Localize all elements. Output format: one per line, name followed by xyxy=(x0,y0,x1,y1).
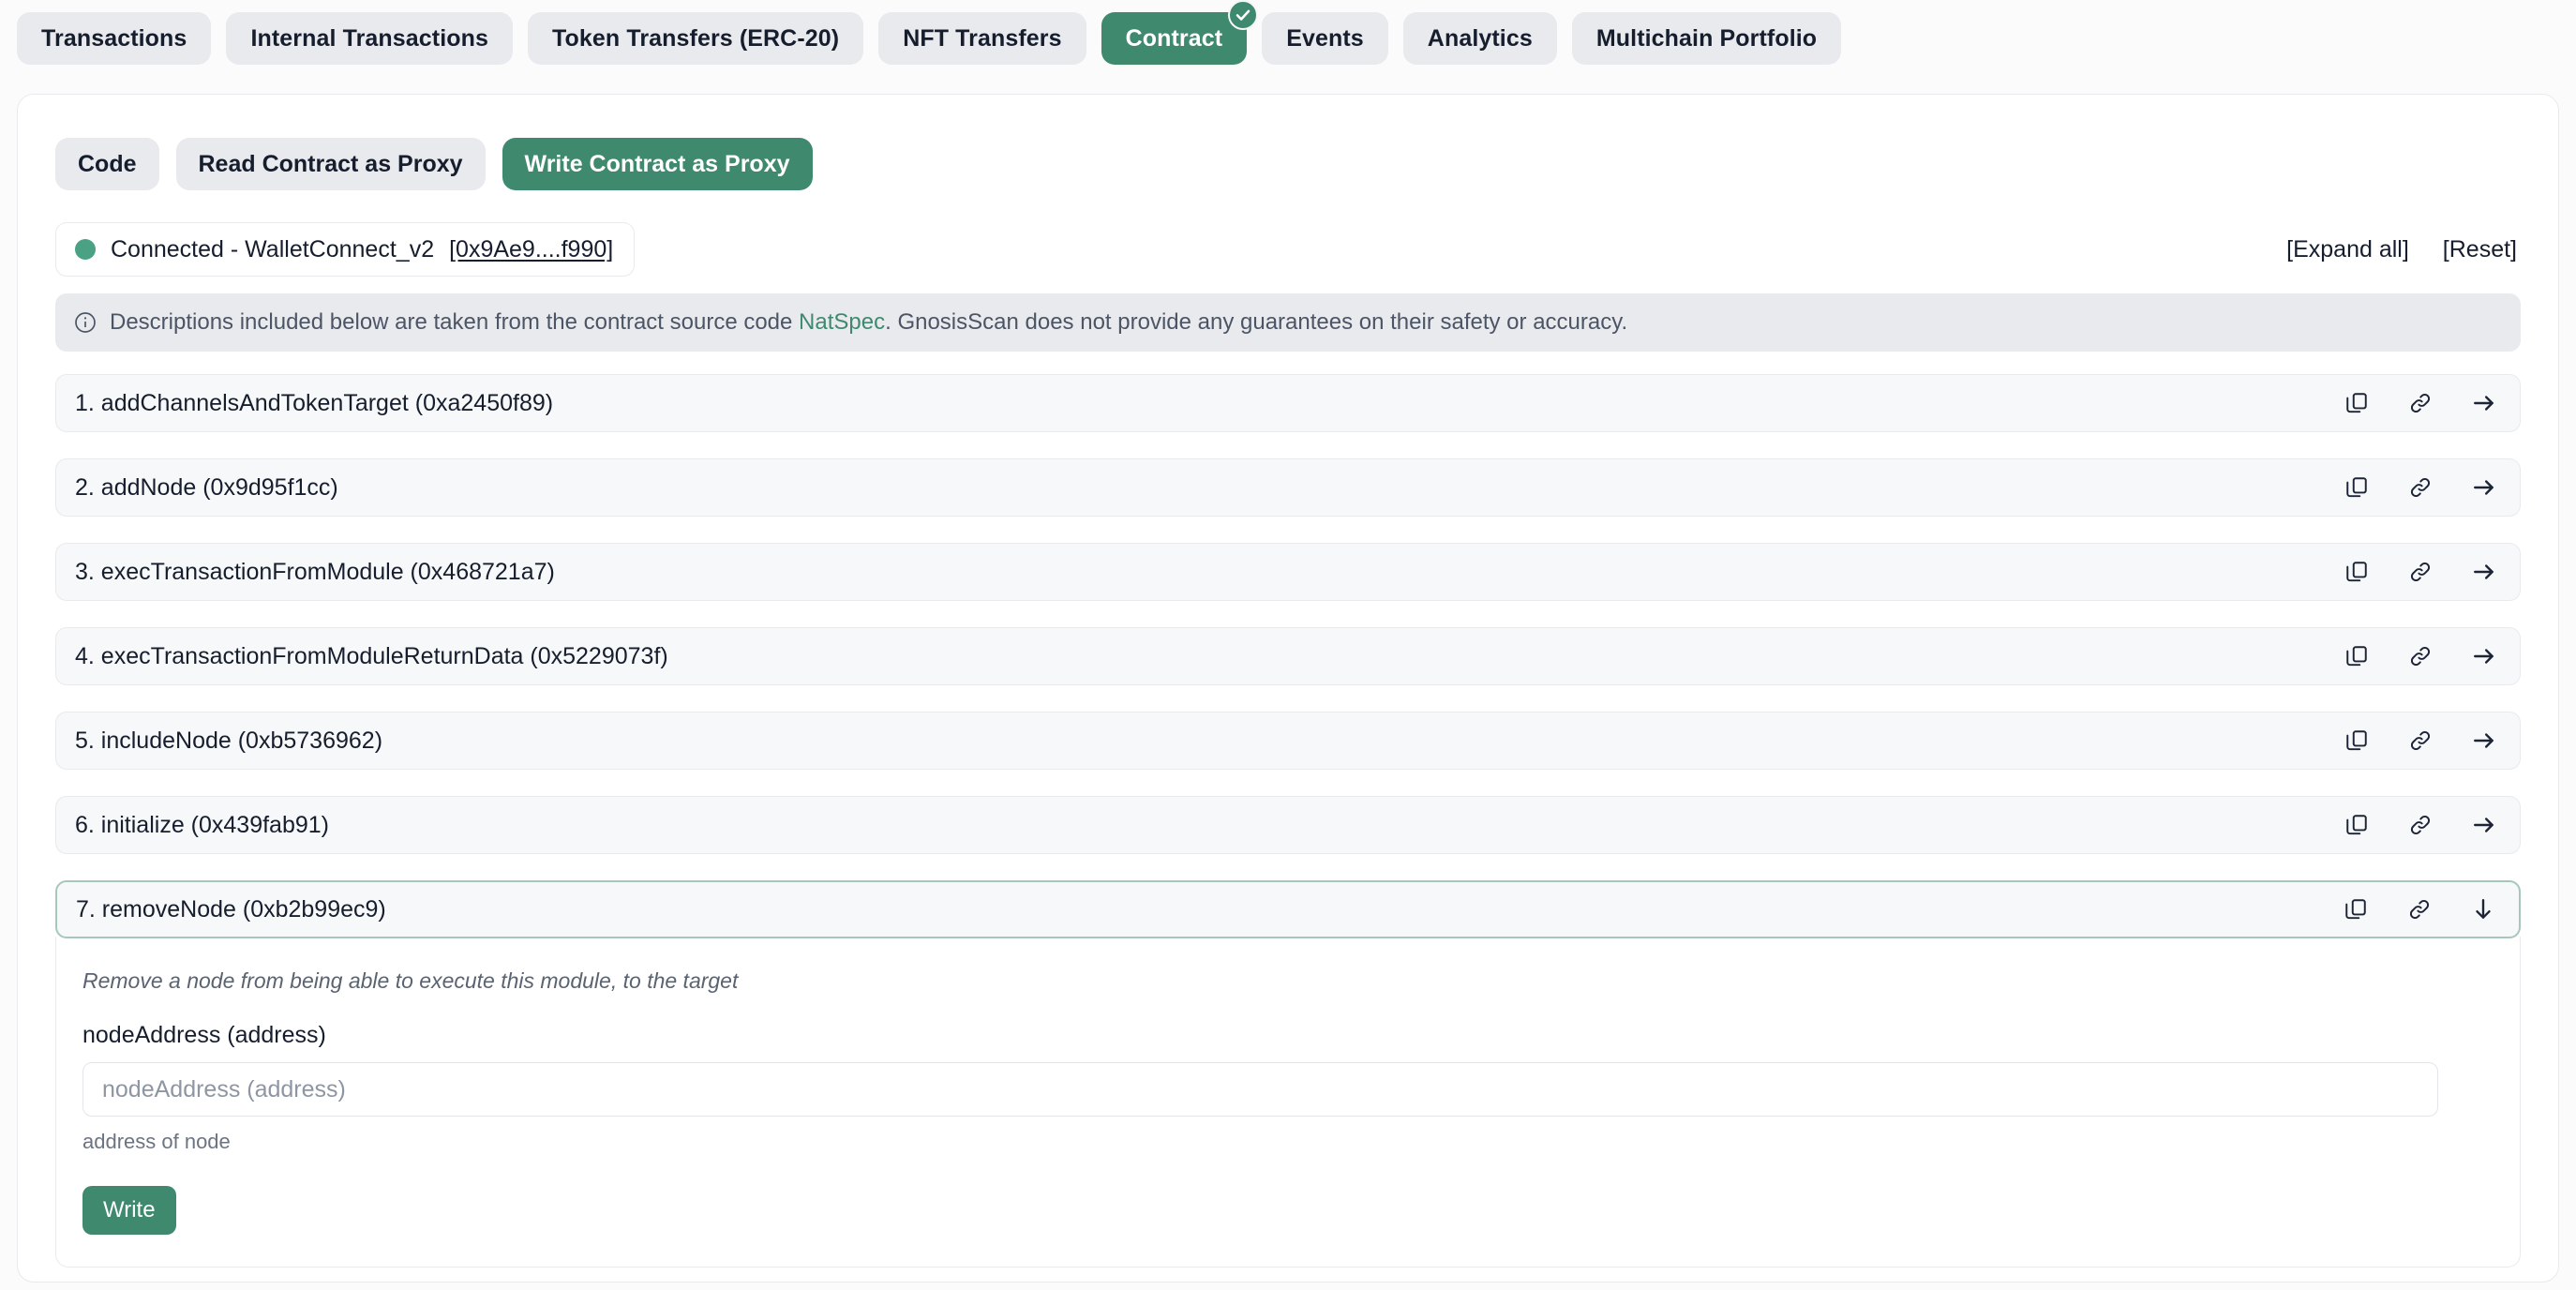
function-name: 6. initialize (0x439fab91) xyxy=(75,811,329,838)
copy-icon[interactable] xyxy=(2344,474,2370,501)
info-icon xyxy=(74,311,97,334)
tab-nft-transfers[interactable]: NFT Transfers xyxy=(878,12,1086,65)
tab-internal-transactions[interactable]: Internal Transactions xyxy=(226,12,514,65)
write-button[interactable]: Write xyxy=(82,1186,176,1235)
wallet-status-text: Connected - WalletConnect_v2 xyxy=(111,235,435,262)
function-row-expanded[interactable]: 7. removeNode (0xb2b99ec9) xyxy=(55,880,2521,938)
subtab-label: Write Contract as Proxy xyxy=(524,150,790,177)
function-row[interactable]: 3. execTransactionFromModule (0x468721a7… xyxy=(55,543,2521,601)
natspec-link[interactable]: NatSpec xyxy=(799,309,885,335)
arrow-right-icon[interactable] xyxy=(2471,643,2497,669)
tab-label: Multichain Portfolio xyxy=(1595,24,1818,52)
function-description: Remove a node from being able to execute… xyxy=(82,968,739,993)
link-icon[interactable] xyxy=(2407,643,2434,669)
notice-text-after: . GnosisScan does not provide any guaran… xyxy=(885,309,1628,335)
copy-icon[interactable] xyxy=(2344,390,2370,416)
arrow-right-icon[interactable] xyxy=(2471,474,2497,501)
tab-label: Events xyxy=(1286,24,1364,52)
function-name: 5. includeNode (0xb5736962) xyxy=(75,727,383,754)
function-name: 4. execTransactionFromModuleReturnData (… xyxy=(75,642,668,669)
function-name: 1. addChannelsAndTokenTarget (0xa2450f89… xyxy=(75,389,554,416)
function-row-icons xyxy=(2344,728,2497,754)
function-row-icons xyxy=(2344,812,2497,838)
link-icon[interactable] xyxy=(2406,896,2433,922)
arrow-right-icon[interactable] xyxy=(2471,390,2497,416)
subtab-label: Read Contract as Proxy xyxy=(198,150,463,177)
notice-text: Descriptions included below are taken fr… xyxy=(110,309,1627,336)
function-row-icons xyxy=(2344,559,2497,585)
expand-all-link[interactable]: [Expand all] xyxy=(2286,236,2409,263)
write-contract-page: Transactions Internal Transactions Token… xyxy=(0,0,2576,1290)
subtab-read-contract-as-proxy[interactable]: Read Contract as Proxy xyxy=(175,138,486,190)
contract-subtabs: Code Read Contract as Proxy Write Contra… xyxy=(55,138,813,190)
function-row[interactable]: 4. execTransactionFromModuleReturnData (… xyxy=(55,627,2521,685)
function-row-icons xyxy=(2344,390,2497,416)
check-icon xyxy=(1228,0,1259,30)
link-icon[interactable] xyxy=(2407,474,2434,501)
copy-icon[interactable] xyxy=(2343,896,2369,922)
connected-status-dot xyxy=(75,239,96,260)
link-icon[interactable] xyxy=(2407,812,2434,838)
function-name: 3. execTransactionFromModule (0x468721a7… xyxy=(75,558,555,585)
link-icon[interactable] xyxy=(2407,559,2434,585)
tab-transactions[interactable]: Transactions xyxy=(17,12,212,65)
function-row-icons xyxy=(2343,896,2496,922)
tab-events[interactable]: Events xyxy=(1262,12,1388,65)
function-name: 2. addNode (0x9d95f1cc) xyxy=(75,473,338,501)
function-row-icons xyxy=(2344,643,2497,669)
tab-label: NFT Transfers xyxy=(903,24,1062,52)
copy-icon[interactable] xyxy=(2344,812,2370,838)
arrow-right-icon[interactable] xyxy=(2471,728,2497,754)
function-row[interactable]: 6. initialize (0x439fab91) xyxy=(55,796,2521,854)
subtab-code[interactable]: Code xyxy=(55,138,159,190)
arrow-right-icon[interactable] xyxy=(2471,812,2497,838)
tab-multichain-portfolio[interactable]: Multichain Portfolio xyxy=(1571,12,1842,65)
tab-label: Contract xyxy=(1125,24,1223,52)
function-row-icons xyxy=(2344,474,2497,501)
function-row[interactable]: 2. addNode (0x9d95f1cc) xyxy=(55,458,2521,517)
copy-icon[interactable] xyxy=(2344,559,2370,585)
link-icon[interactable] xyxy=(2407,728,2434,754)
function-form-panel: Remove a node from being able to execute… xyxy=(55,937,2521,1268)
node-address-label: nodeAddress (address) xyxy=(82,1022,326,1048)
link-icon[interactable] xyxy=(2407,390,2434,416)
write-function-list: 1. addChannelsAndTokenTarget (0xa2450f89… xyxy=(55,374,2521,1268)
arrow-down-icon[interactable] xyxy=(2470,896,2496,922)
wallet-row: Connected - WalletConnect_v2 [0x9Ae9....… xyxy=(55,220,2521,278)
notice-text-before: Descriptions included below are taken fr… xyxy=(110,309,800,335)
tab-contract[interactable]: Contract xyxy=(1101,0,1259,65)
function-name: 7. removeNode (0xb2b99ec9) xyxy=(76,895,386,922)
tab-label: Internal Transactions xyxy=(250,24,489,52)
tab-token-transfers[interactable]: Token Transfers (ERC-20) xyxy=(528,12,864,65)
arrow-right-icon[interactable] xyxy=(2471,559,2497,585)
function-row[interactable]: 5. includeNode (0xb5736962) xyxy=(55,712,2521,770)
copy-icon[interactable] xyxy=(2344,728,2370,754)
node-address-hint: address of node xyxy=(82,1130,231,1153)
natspec-notice: Descriptions included below are taken fr… xyxy=(55,293,2521,352)
node-address-input[interactable] xyxy=(82,1062,2438,1117)
wallet-address-link[interactable]: [0x9Ae9....f990] xyxy=(449,236,613,263)
wallet-status-pill[interactable]: Connected - WalletConnect_v2 [0x9Ae9....… xyxy=(55,222,636,277)
subtab-write-contract-as-proxy[interactable]: Write Contract as Proxy xyxy=(502,138,813,190)
contract-tabs: Transactions Internal Transactions Token… xyxy=(17,0,1842,68)
tab-label: Analytics xyxy=(1427,24,1533,52)
subtab-label: Code xyxy=(78,150,137,177)
reset-link[interactable]: [Reset] xyxy=(2443,236,2517,263)
wallet-row-actions: [Expand all] [Reset] xyxy=(2286,236,2521,263)
tab-analytics[interactable]: Analytics xyxy=(1402,12,1557,65)
contract-card: Code Read Contract as Proxy Write Contra… xyxy=(17,94,2559,1282)
tab-label: Transactions xyxy=(41,24,187,52)
copy-icon[interactable] xyxy=(2344,643,2370,669)
tab-label: Token Transfers (ERC-20) xyxy=(552,24,840,52)
function-row[interactable]: 1. addChannelsAndTokenTarget (0xa2450f89… xyxy=(55,374,2521,432)
